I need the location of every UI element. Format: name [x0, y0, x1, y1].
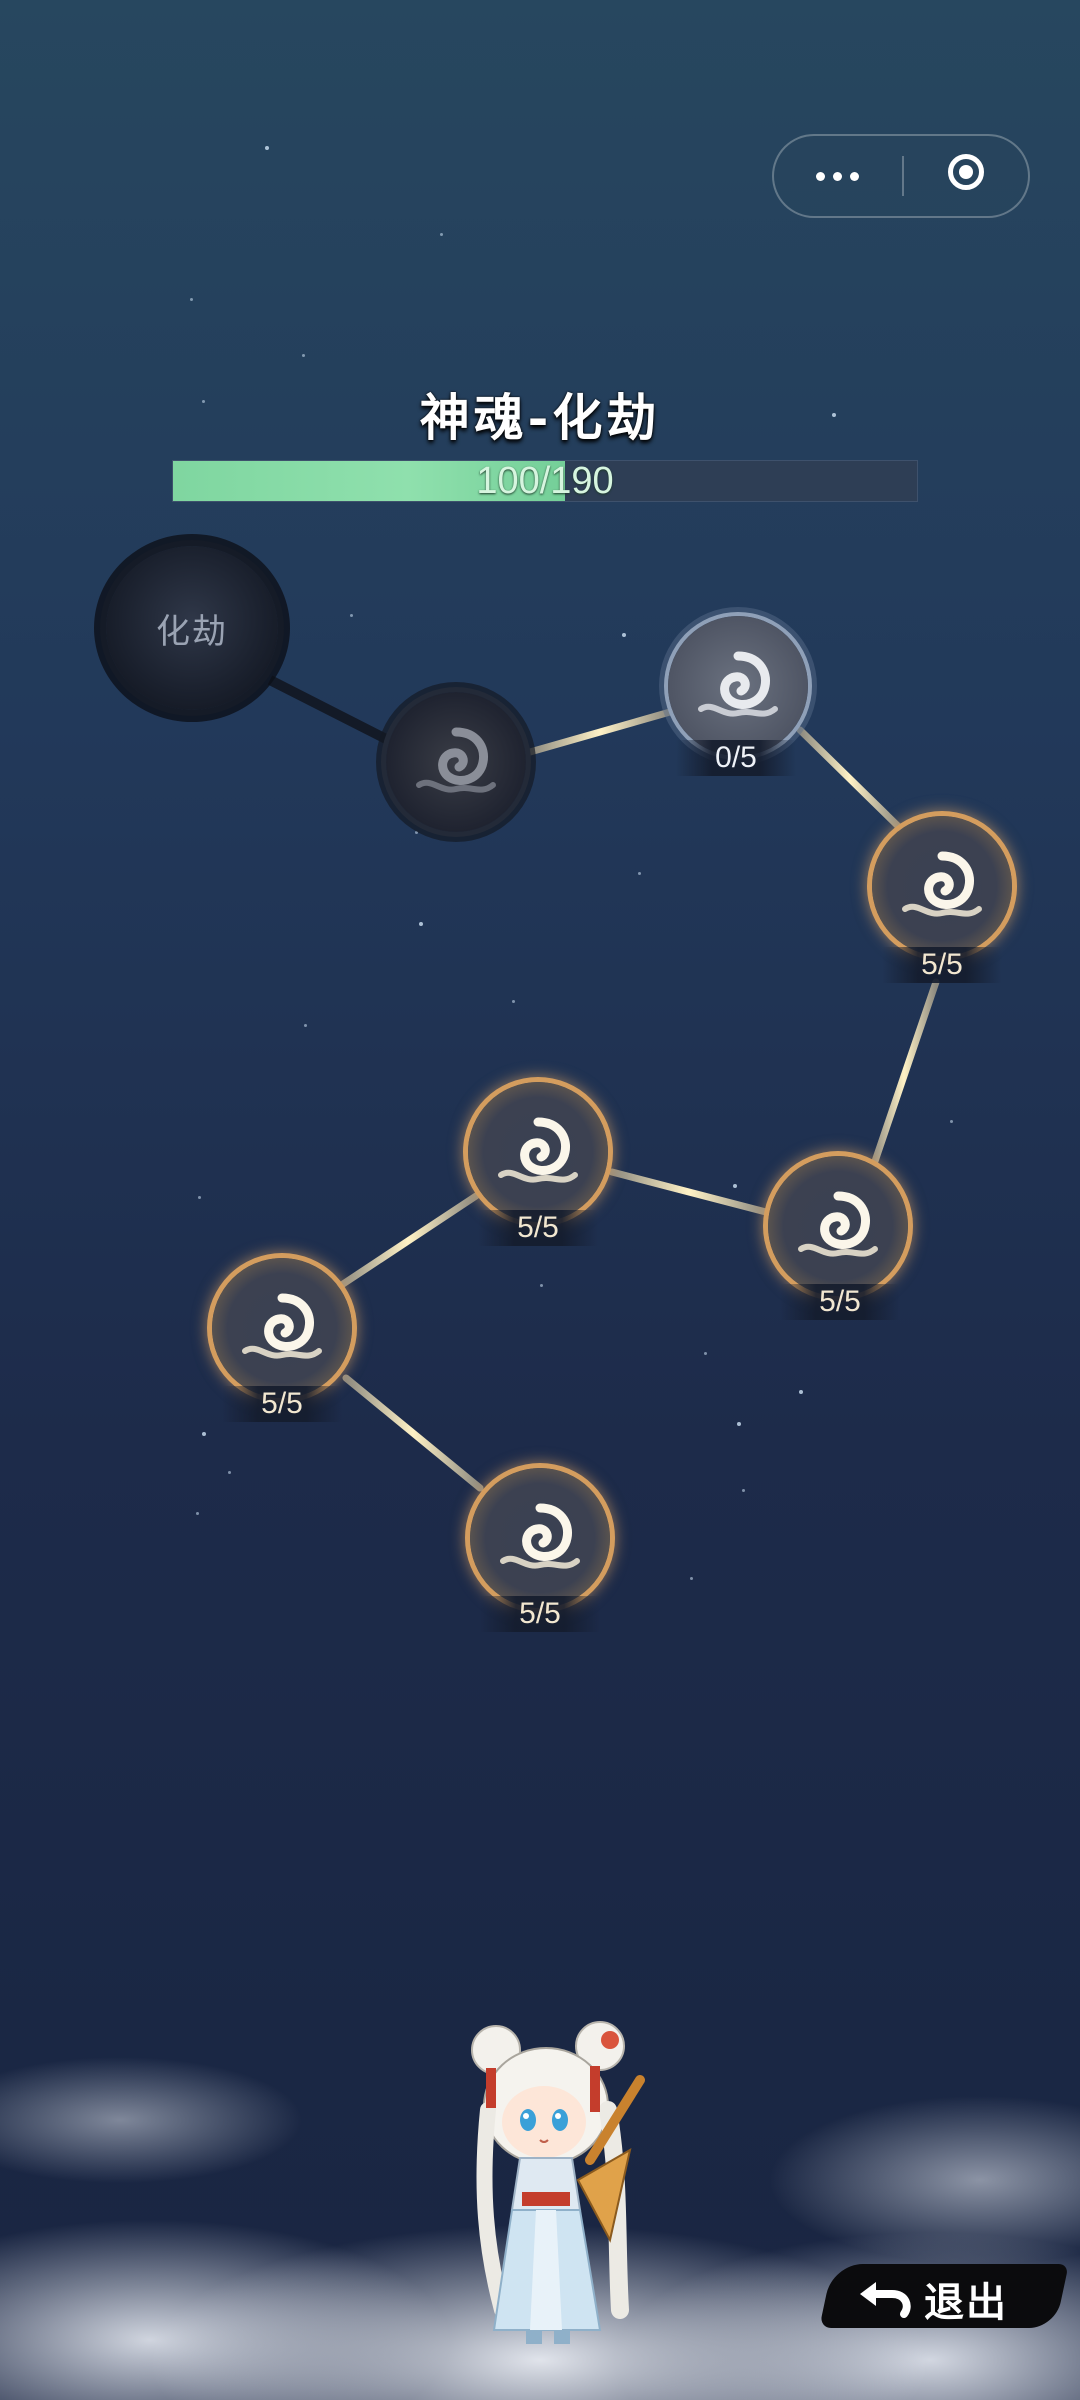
skill-node-7-count: 5/5	[480, 1596, 600, 1632]
start-node-label: 化劫	[156, 612, 228, 652]
skill-node-5-count: 5/5	[478, 1210, 598, 1246]
skill-node-4-count: 5/5	[780, 1284, 900, 1320]
spiral-cloud-icon	[902, 851, 982, 917]
spiral-cloud-icon	[698, 651, 778, 717]
link-node-5-to-node-6	[336, 1192, 480, 1290]
link-node-3-to-node-4	[868, 978, 940, 1174]
exit-button-label: 退出	[924, 2279, 1008, 2326]
start-node[interactable]: 化劫	[106, 546, 278, 710]
skill-node-4[interactable]	[768, 1156, 908, 1296]
link-node-1-to-node-2	[526, 708, 674, 756]
spiral-cloud-icon	[416, 727, 496, 793]
link-node-2-to-node-3	[796, 726, 904, 832]
spiral-cloud-icon	[498, 1117, 578, 1183]
exit-button[interactable]: 退出	[819, 2256, 1069, 2336]
skill-node-3[interactable]	[872, 816, 1012, 956]
skill-node-6-count: 5/5	[222, 1386, 342, 1422]
skill-node-5[interactable]	[468, 1082, 608, 1222]
skill-node-3-count: 5/5	[882, 947, 1002, 983]
link-start-to-node-1	[267, 675, 391, 745]
link-node-4-to-node-5	[608, 1168, 770, 1216]
skill-node-6[interactable]	[212, 1258, 352, 1398]
spiral-cloud-icon	[798, 1191, 878, 1257]
link-node-6-to-node-7	[342, 1374, 484, 1492]
spiral-cloud-icon	[242, 1293, 322, 1359]
character-avatar	[471, 2021, 645, 2344]
skill-node-2[interactable]	[668, 616, 808, 756]
skill-node-7[interactable]	[470, 1468, 610, 1608]
return-arrow-icon	[860, 2282, 911, 2318]
skill-node-2-count: 0/5	[676, 740, 796, 776]
spiral-cloud-icon	[500, 1503, 580, 1569]
skill-node-1[interactable]	[386, 692, 526, 832]
